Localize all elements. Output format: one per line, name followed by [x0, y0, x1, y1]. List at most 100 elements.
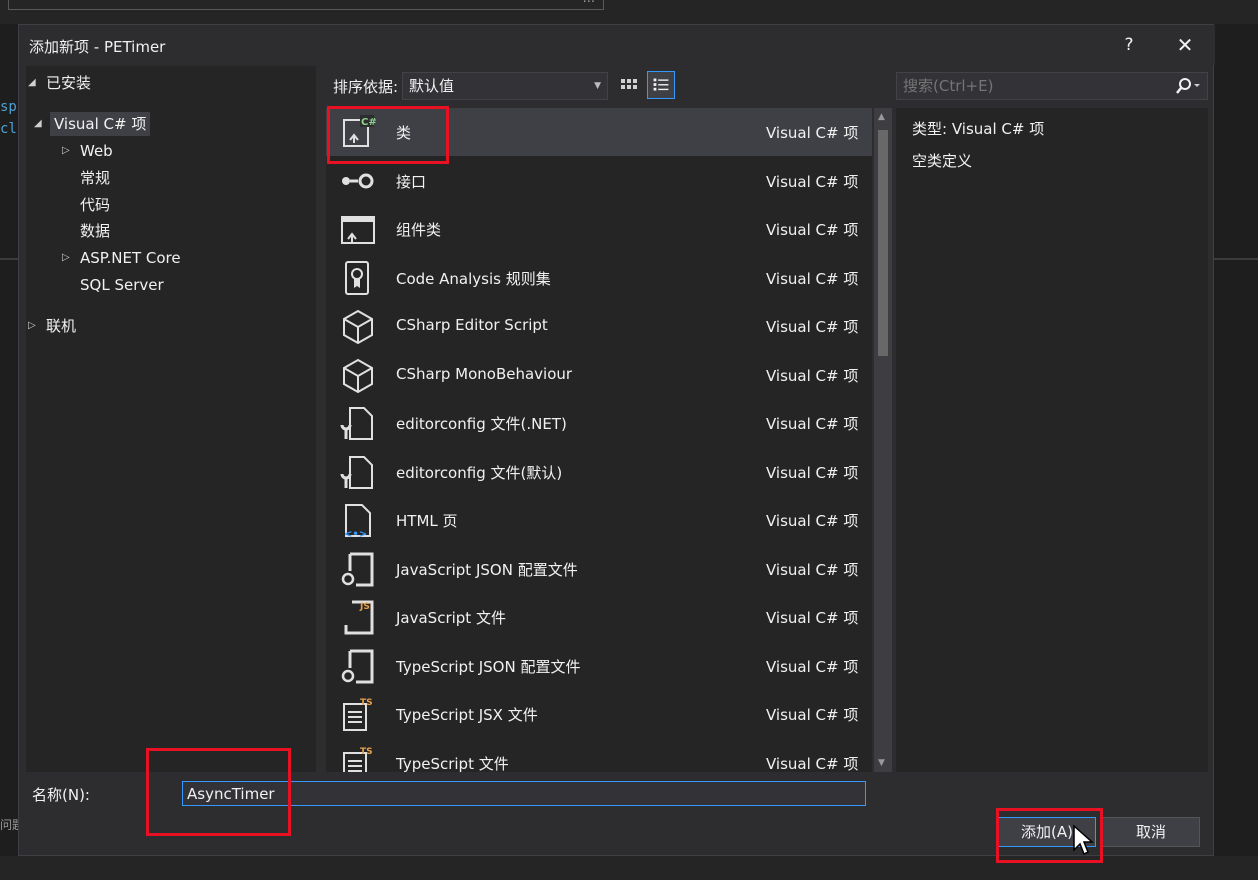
template-type: Visual C# 项 [766, 172, 859, 191]
template-name: 类 [396, 124, 412, 142]
detail-type-value: Visual C# 项 [951, 120, 1045, 138]
search-icon[interactable] [1172, 76, 1202, 96]
scroll-down-icon[interactable]: ▼ [878, 758, 885, 768]
template-type: Visual C# 项 [766, 706, 859, 724]
tree-item-label: 代码 [80, 196, 111, 214]
tree-item-general[interactable]: 常规 [80, 166, 110, 190]
category-tree[interactable]: ◢ 已安装 ◢ Visual C# 项 ▷ Web 常规 代码 数据 ▷ ASP… [26, 66, 316, 772]
template-type: Visual C# 项 [766, 609, 859, 627]
svg-text:<•>: <•> [344, 529, 367, 538]
template-row[interactable]: editorconfig 文件(.NET) Visual C# 项 [326, 399, 872, 447]
tree-item-label: SQL Server [80, 276, 164, 294]
expanded-arrow-icon: ◢ [34, 118, 42, 129]
template-row[interactable]: <•> HTML 页 Visual C# 项 [326, 496, 872, 544]
template-row[interactable]: editorconfig 文件(默认) Visual C# 项 [326, 448, 872, 496]
template-type: Visual C# 项 [766, 269, 859, 288]
template-type: Visual C# 项 [766, 366, 859, 385]
sort-dropdown[interactable]: 默认值 ▼ [402, 72, 608, 100]
tree-item-label: Web [80, 142, 113, 160]
template-type: Visual C# 项 [766, 512, 859, 530]
template-type: Visual C# 项 [766, 463, 859, 482]
template-row[interactable]: 组件类 Visual C# 项 [326, 205, 872, 253]
ruleset-icon [345, 260, 369, 295]
template-row[interactable]: JavaScript JSON 配置文件 Visual C# 项 [326, 545, 872, 593]
template-row[interactable]: JS JavaScript 文件 Visual C# 项 [326, 593, 872, 641]
cube-icon [343, 358, 373, 393]
ide-left-edge [0, 24, 18, 880]
template-name: Code Analysis 规则集 [396, 269, 551, 288]
svg-text:JS: JS [359, 602, 370, 612]
config-file-icon [340, 455, 373, 489]
svg-text:TS: TS [360, 747, 373, 757]
template-name: HTML 页 [396, 512, 458, 530]
template-type: Visual C# 项 [766, 415, 859, 433]
collapsed-arrow-icon: ▷ [62, 145, 70, 156]
chevron-down-icon: ▼ [594, 81, 601, 91]
tree-item-code[interactable]: 代码 [80, 193, 110, 217]
ide-right-edge [1214, 24, 1258, 880]
template-name: JavaScript JSON 配置文件 [396, 560, 578, 579]
tree-item-online[interactable]: ▷ 联机 [28, 314, 76, 338]
ide-background-box: ... [8, 0, 604, 10]
template-row[interactable]: CSharp Editor Script Visual C# 项 [326, 302, 872, 350]
tree-item-aspnet-core[interactable]: ▷ ASP.NET Core [62, 246, 181, 270]
template-type: Visual C# 项 [766, 657, 859, 676]
template-row[interactable]: TS TypeScript JSX 文件 Visual C# 项 [326, 690, 872, 738]
list-view-icon[interactable] [647, 71, 675, 99]
config-file-icon [340, 407, 373, 440]
tree-item-web[interactable]: ▷ Web [62, 139, 113, 163]
details-pane: 类型: Visual C# 项 空类定义 [896, 108, 1208, 772]
template-name: 接口 [396, 172, 427, 191]
scrollbar-thumb[interactable] [878, 130, 888, 356]
scroll-up-icon[interactable]: ▲ [878, 112, 885, 122]
name-input[interactable] [182, 781, 866, 806]
typescript-file-icon: TS [343, 747, 373, 772]
grid-view-icon[interactable] [617, 72, 641, 100]
template-list[interactable]: C# 类 Visual C# 项接口 Visual C# 项组件类 Visual C# … [326, 108, 872, 772]
template-type: Visual C# 项 [766, 318, 859, 336]
template-type: Visual C# 项 [766, 124, 859, 142]
dialog-title: 添加新项 - PETimer [29, 38, 166, 56]
template-list-scrollbar[interactable]: ▲ ▼ [874, 108, 892, 772]
template-row[interactable]: TypeScript JSON 配置文件 Visual C# 项 [326, 642, 872, 690]
ide-status-area: 问题 [0, 818, 1258, 880]
template-row[interactable]: CSharp MonoBehaviour Visual C# 项 [326, 351, 872, 399]
tree-item-visual-csharp[interactable]: ◢ Visual C# 项 [34, 112, 151, 136]
template-name: TypeScript JSON 配置文件 [396, 657, 581, 676]
name-label: 名称(N): [32, 786, 90, 804]
ide-background-ellipsis: ... [583, 0, 595, 6]
svg-text:TS: TS [360, 698, 373, 708]
tree-item-sql-server[interactable]: SQL Server [80, 273, 164, 297]
close-button[interactable]: ✕ [1169, 31, 1201, 59]
template-row[interactable]: C# 类 Visual C# 项 [326, 108, 872, 156]
tree-item-label: Visual C# 项 [54, 115, 147, 133]
tree-item-installed[interactable]: ◢ 已安装 [28, 71, 91, 95]
html-file-icon: <•> [344, 504, 371, 538]
template-row[interactable]: 接口 Visual C# 项 [326, 157, 872, 205]
tree-item-label: ASP.NET Core [80, 249, 181, 267]
ide-divider [1214, 258, 1258, 260]
typescript-file-icon: TS [343, 698, 373, 731]
template-name: TypeScript JSX 文件 [396, 706, 538, 724]
search-input[interactable] [896, 72, 1208, 100]
cancel-button[interactable]: 取消 [1102, 817, 1200, 847]
template-type: Visual C# 项 [766, 221, 859, 239]
template-name: CSharp Editor Script [396, 316, 548, 334]
component-class-icon [341, 216, 375, 244]
collapsed-arrow-icon: ▷ [62, 252, 70, 263]
ide-code-snippet: sp cl [0, 99, 17, 137]
detail-type-label: 类型: [912, 120, 948, 138]
template-row[interactable]: Code Analysis 规则集 Visual C# 项 [326, 254, 872, 302]
dialog-titlebar: 添加新项 - PETimer ? ✕ [19, 25, 1215, 65]
json-config-icon [341, 552, 374, 586]
template-name: TypeScript 文件 [396, 754, 509, 773]
tree-item-label: 已安装 [46, 74, 92, 92]
tree-item-label: 常规 [80, 169, 111, 187]
json-config-icon [341, 649, 374, 683]
help-button[interactable]: ? [1114, 31, 1144, 59]
template-row[interactable]: TS TypeScript 文件 Visual C# 项 [326, 739, 872, 773]
template-name: JavaScript 文件 [396, 609, 506, 627]
interface-icon [342, 173, 374, 188]
class-icon: C# [343, 115, 377, 147]
tree-item-data[interactable]: 数据 [80, 219, 110, 243]
